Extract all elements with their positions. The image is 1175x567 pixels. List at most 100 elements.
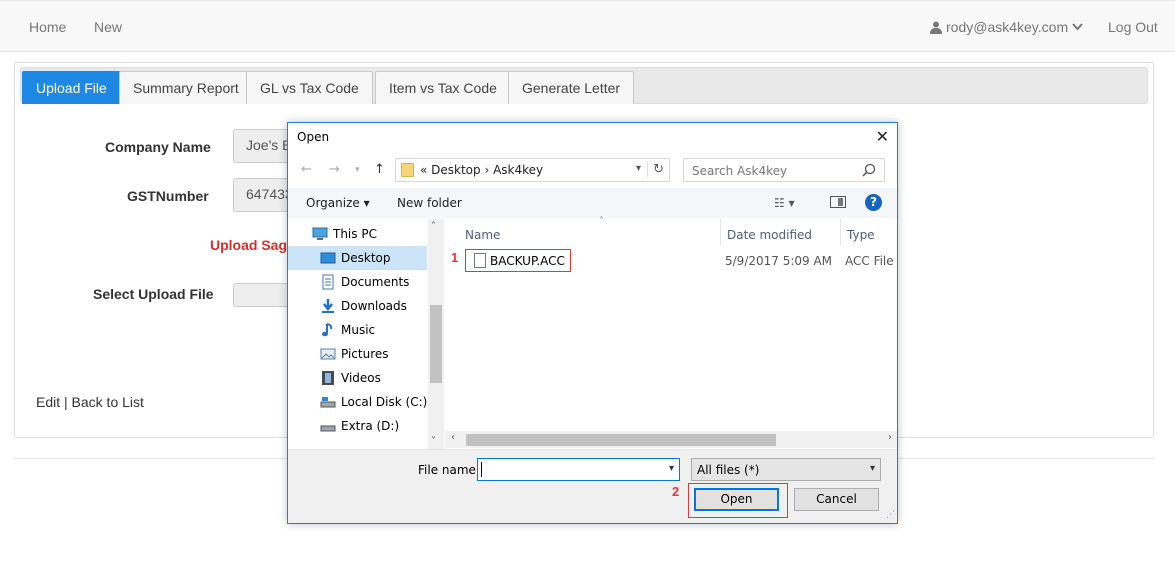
cancel-button[interactable]: Cancel (794, 488, 879, 511)
file-type-select[interactable]: All files (*) ▾ (691, 458, 881, 481)
nav-item-local-disk-c[interactable]: Local Disk (C:) (288, 390, 427, 414)
search-input[interactable]: Search Ask4key (683, 158, 885, 182)
nav-item-label: Pictures (341, 347, 389, 361)
user-icon (930, 21, 942, 34)
breadcrumb[interactable]: « Desktop › Ask4key (420, 163, 543, 177)
desktop-icon (320, 252, 336, 264)
view-options-icon[interactable]: ☷ ▾ (774, 196, 795, 210)
tab-upload-file[interactable]: Upload File (22, 71, 121, 104)
file-row[interactable]: 1 BACKUP.ACC 5/9/2017 5:09 AM ACC File (451, 249, 897, 272)
tab-generate-letter[interactable]: Generate Letter (508, 71, 635, 104)
folder-icon (401, 163, 414, 177)
tab-item-vs-tax-code[interactable]: Item vs Tax Code (375, 71, 511, 104)
nav-item-label: Downloads (341, 299, 407, 313)
company-name-label: Company Name (105, 139, 211, 155)
user-email: rody@ask4key.com (946, 19, 1069, 35)
search-icon[interactable] (862, 163, 876, 177)
text-caret (481, 462, 482, 477)
file-name-input[interactable]: ▾ (477, 458, 680, 481)
downloads-icon (322, 299, 334, 313)
annotation-step-1: 1 (451, 250, 459, 265)
dialog-bottom-bar: File name: ▾ All files (*) ▾ 2 Open Canc… (288, 449, 897, 523)
nav-item-desktop[interactable]: Desktop (288, 246, 427, 270)
user-menu[interactable]: rody@ask4key.com (930, 19, 1087, 35)
scroll-up-icon[interactable]: ˄ (431, 221, 436, 232)
resize-grip-icon[interactable]: ⋰ (886, 510, 895, 520)
nav-item-label: This PC (333, 227, 377, 241)
preview-pane-icon[interactable] (830, 196, 846, 208)
forward-arrow-icon[interactable]: → (329, 162, 340, 177)
chevron-down-icon[interactable]: ▾ (636, 163, 641, 174)
select-upload-file-label: Select Upload File (93, 286, 214, 302)
nav-item-label: Music (341, 323, 376, 337)
open-file-dialog: Open ✕ ← → ▾ ↑ « Desktop › Ask4key ▾ ↻ S… (287, 122, 898, 524)
file-type: ACC File (845, 254, 894, 268)
file-type-value: All files (*) (697, 463, 760, 477)
close-icon[interactable]: ✕ (876, 127, 889, 146)
nav-item-label: Desktop (341, 251, 391, 265)
edit-back-links[interactable]: Edit | Back to List (36, 394, 144, 410)
dialog-title: Open (297, 130, 330, 144)
drive-icon (320, 397, 336, 408)
scroll-down-icon[interactable]: ˅ (431, 436, 436, 447)
column-header-name[interactable]: ˄ Name (459, 216, 721, 245)
open-button[interactable]: Open (694, 488, 779, 511)
nav-item-downloads[interactable]: Downloads (288, 294, 427, 318)
chevron-down-icon (1072, 23, 1083, 31)
file-list: ˄ Name Date modified Type 1 BACKUP.ACC 5… (445, 216, 897, 449)
organize-button[interactable]: Organize ▾ (306, 196, 370, 210)
scroll-thumb[interactable] (466, 434, 776, 446)
pictures-icon (320, 348, 336, 360)
nav-item-pictures[interactable]: Pictures (288, 342, 427, 366)
file-icon (474, 253, 486, 268)
upload-sage-label: Upload Sage (210, 237, 295, 253)
nav-item-label: Local Disk (C:) (341, 395, 428, 409)
scroll-right-icon[interactable]: › (888, 432, 892, 443)
tab-bar: Upload File Summary Report GL vs Tax Cod… (20, 67, 1148, 104)
nav-home-link[interactable]: Home (29, 19, 66, 35)
scroll-thumb[interactable] (430, 305, 442, 383)
nav-item-label: Extra (D:) (341, 419, 400, 433)
sort-caret-icon: ˄ (599, 216, 604, 227)
back-arrow-icon[interactable]: ← (301, 162, 312, 177)
documents-icon (322, 274, 334, 290)
nav-item-videos[interactable]: Videos (288, 366, 427, 390)
refresh-icon[interactable]: ↻ (647, 162, 664, 177)
scroll-left-icon[interactable]: ‹ (451, 432, 455, 443)
chevron-down-icon[interactable]: ▾ (669, 463, 674, 474)
music-icon (322, 323, 333, 337)
logout-link[interactable]: Log Out (1108, 19, 1158, 35)
help-icon[interactable]: ? (865, 194, 882, 211)
navigation-pane: This PC Desktop Documents Downloads Musi… (288, 219, 444, 449)
tab-gl-vs-tax-code[interactable]: GL vs Tax Code (246, 71, 373, 104)
nav-new-link[interactable]: New (94, 19, 122, 35)
nav-item-this-pc[interactable]: This PC (288, 222, 427, 246)
recent-locations-icon[interactable]: ▾ (355, 165, 360, 175)
tab-summary-report[interactable]: Summary Report (119, 71, 253, 104)
file-name: BACKUP.ACC (490, 254, 565, 268)
new-folder-button[interactable]: New folder (397, 196, 462, 210)
column-header-date[interactable]: Date modified (721, 219, 841, 245)
file-name-label: File name: (418, 463, 480, 477)
annotation-step-2: 2 (672, 484, 680, 499)
column-name-label: Name (465, 228, 501, 242)
nav-item-documents[interactable]: Documents (288, 270, 427, 294)
nav-item-music[interactable]: Music (288, 318, 427, 342)
chevron-down-icon[interactable]: ▾ (870, 463, 875, 474)
address-bar[interactable]: « Desktop › Ask4key ▾ ↻ (395, 158, 670, 182)
file-date: 5/9/2017 5:09 AM (725, 254, 833, 268)
file-highlight-box[interactable]: BACKUP.ACC (465, 249, 571, 272)
navigation-scrollbar[interactable]: ˄ ˅ (428, 219, 444, 449)
nav-item-label: Documents (341, 275, 410, 289)
up-arrow-icon[interactable]: ↑ (374, 162, 385, 177)
top-navbar: Home New rody@ask4key.com Log Out (0, 0, 1175, 52)
drive-icon (320, 425, 336, 432)
nav-item-label: Videos (341, 371, 381, 385)
column-header-type[interactable]: Type (841, 219, 897, 245)
gst-number-label: GSTNumber (127, 188, 209, 204)
dialog-toolbar: Organize ▾ New folder ☷ ▾ ? (288, 188, 897, 218)
file-list-scrollbar[interactable]: ‹ › (445, 431, 897, 448)
nav-item-extra-d[interactable]: Extra (D:) (288, 414, 427, 438)
search-placeholder: Search Ask4key (692, 164, 788, 178)
videos-icon (322, 371, 334, 385)
